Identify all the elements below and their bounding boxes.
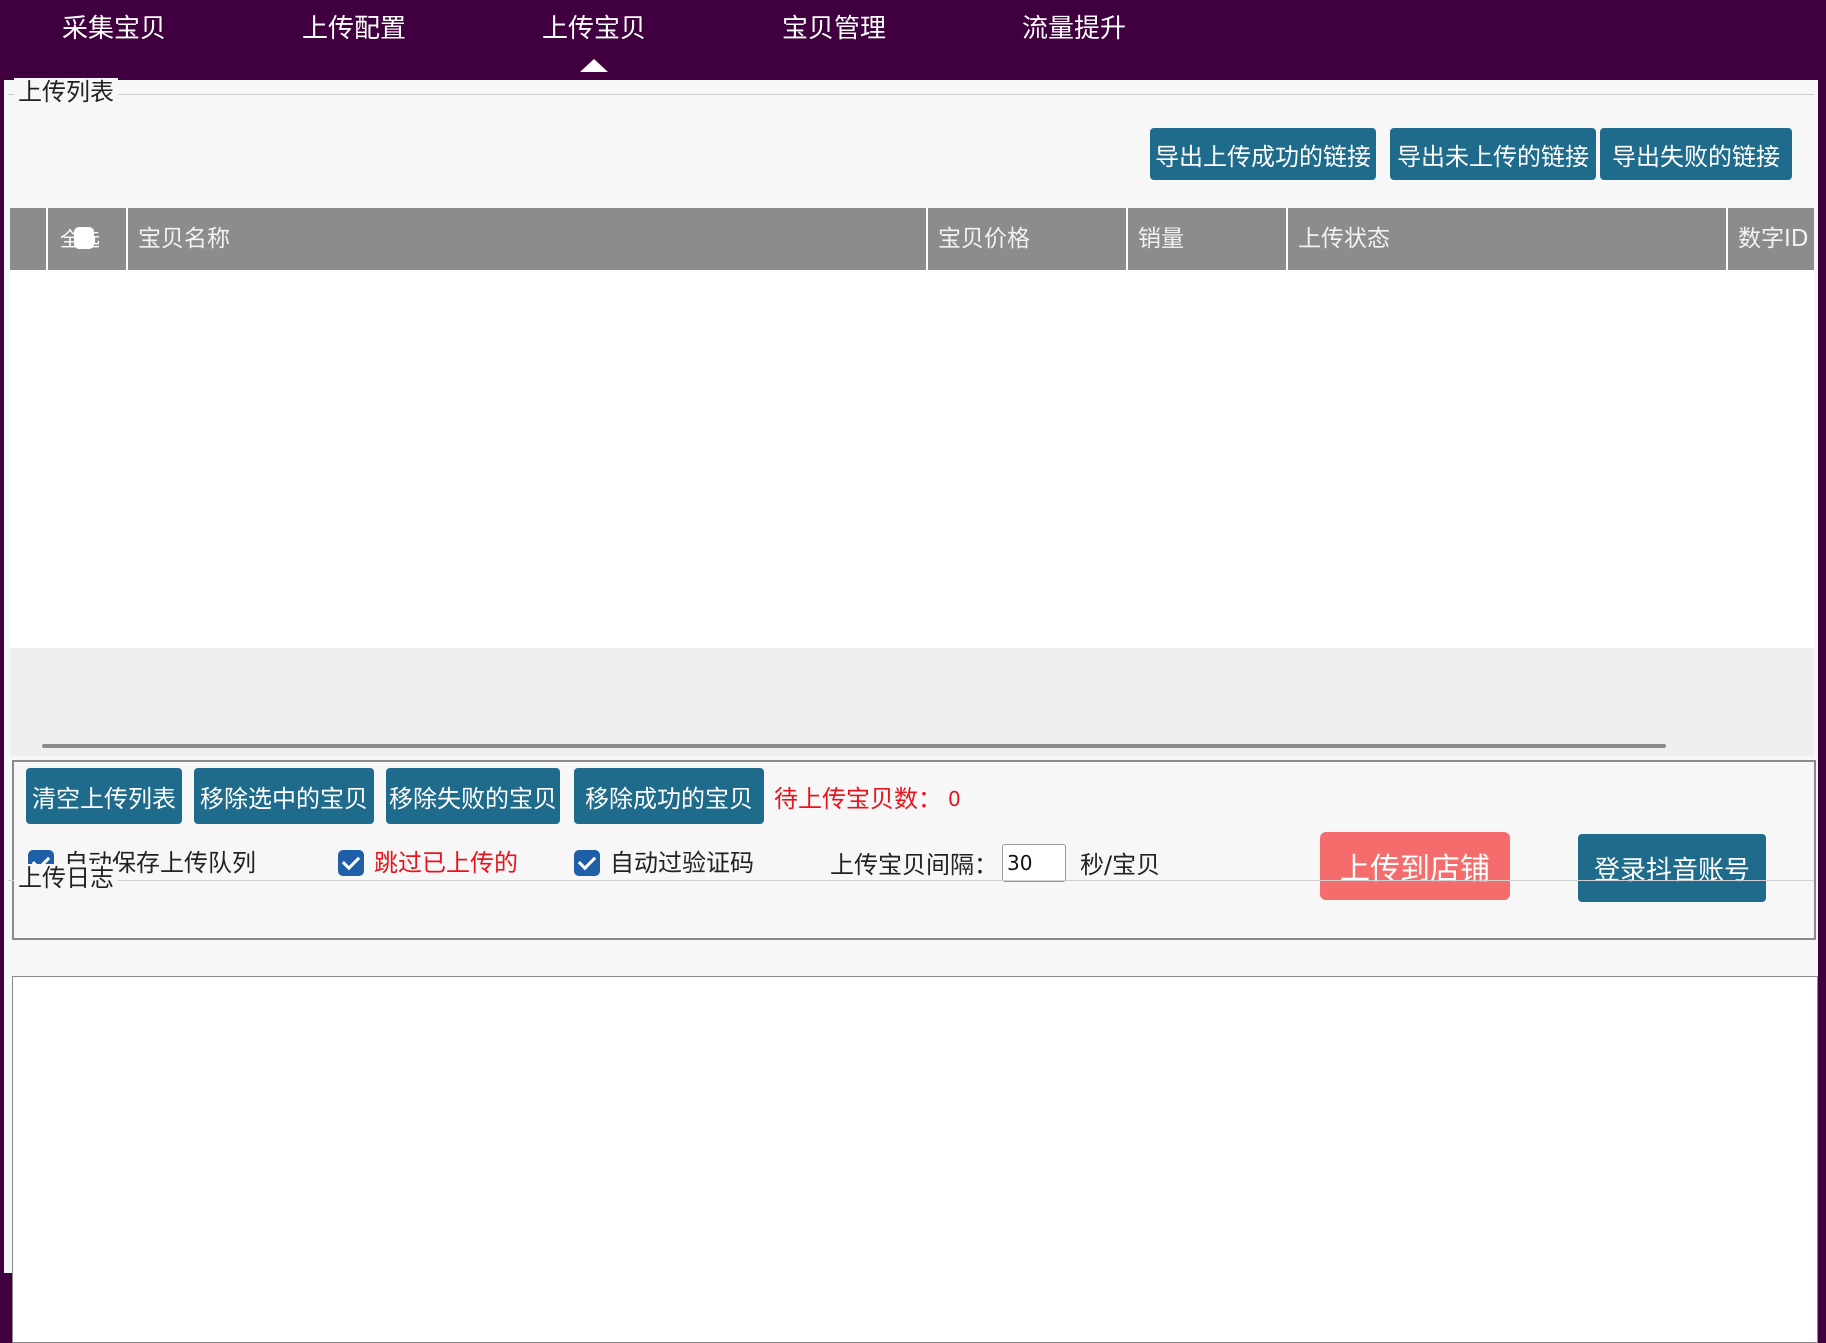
upload-interval-label: 上传宝贝间隔： bbox=[830, 851, 998, 879]
horizontal-scrollbar[interactable] bbox=[42, 744, 1666, 748]
clear-upload-list-button[interactable]: 清空上传列表 bbox=[26, 768, 182, 824]
pending-count-label: 待上传宝贝数： bbox=[774, 785, 942, 813]
pending-count-value: 0 bbox=[948, 787, 961, 811]
remove-failed-items-button[interactable]: 移除失败的宝贝 bbox=[386, 768, 560, 824]
column-item-price[interactable]: 宝贝价格 bbox=[928, 208, 1128, 270]
upload-to-store-button[interactable]: 上传到店铺 bbox=[1320, 832, 1510, 900]
active-tab-caret-icon bbox=[580, 59, 608, 72]
column-upload-status[interactable]: 上传状态 bbox=[1288, 208, 1728, 270]
top-nav: 采集宝贝 上传配置 上传宝贝 宝贝管理 流量提升 bbox=[0, 0, 1826, 80]
group-divider bbox=[8, 94, 1814, 95]
skip-uploaded-label: 跳过已上传的 bbox=[374, 849, 518, 877]
tab-upload-config[interactable]: 上传配置 bbox=[254, 0, 454, 80]
window-edge bbox=[1818, 80, 1826, 1280]
table-scroll-area bbox=[10, 648, 1814, 756]
tab-collect-items[interactable]: 采集宝贝 bbox=[14, 0, 214, 80]
export-not-uploaded-links-button[interactable]: 导出未上传的链接 bbox=[1390, 128, 1596, 180]
auto-captcha-label: 自动过验证码 bbox=[610, 849, 754, 877]
login-douyin-account-button[interactable]: 登录抖音账号 bbox=[1578, 834, 1766, 902]
column-item-name[interactable]: 宝贝名称 bbox=[128, 208, 928, 270]
remove-selected-items-button[interactable]: 移除选中的宝贝 bbox=[194, 768, 374, 824]
table-header: 全选 宝贝名称 宝贝价格 销量 上传状态 数字ID bbox=[10, 208, 1814, 270]
remove-success-items-button[interactable]: 移除成功的宝贝 bbox=[574, 768, 764, 824]
row-indicator-header bbox=[10, 208, 48, 270]
export-success-links-button[interactable]: 导出上传成功的链接 bbox=[1150, 128, 1376, 180]
select-all-header[interactable]: 全选 bbox=[48, 208, 128, 270]
tab-traffic-boost[interactable]: 流量提升 bbox=[974, 0, 1174, 80]
main-panel: 上传列表 导出上传成功的链接 导出未上传的链接 导出失败的链接 全选 宝贝名称 … bbox=[4, 78, 1818, 1343]
auto-captcha-checkbox[interactable] bbox=[574, 850, 600, 876]
upload-interval-unit: 秒/宝贝 bbox=[1080, 851, 1161, 879]
upload-list-title: 上传列表 bbox=[14, 78, 118, 106]
select-all-checkbox[interactable] bbox=[74, 227, 94, 249]
group-divider bbox=[8, 880, 1814, 881]
column-numeric-id[interactable]: 数字ID bbox=[1728, 208, 1814, 270]
upload-controls: 清空上传列表 移除选中的宝贝 移除失败的宝贝 移除成功的宝贝 待上传宝贝数： 0… bbox=[12, 760, 1816, 940]
skip-uploaded-checkbox[interactable] bbox=[338, 850, 364, 876]
upload-log-area[interactable] bbox=[12, 976, 1818, 1343]
upload-interval-input[interactable] bbox=[1002, 844, 1066, 882]
tab-upload-items[interactable]: 上传宝贝 bbox=[494, 0, 694, 80]
export-failed-links-button[interactable]: 导出失败的链接 bbox=[1600, 128, 1792, 180]
tab-item-management[interactable]: 宝贝管理 bbox=[734, 0, 934, 80]
upload-log-title: 上传日志 bbox=[14, 864, 118, 892]
column-sales[interactable]: 销量 bbox=[1128, 208, 1288, 270]
